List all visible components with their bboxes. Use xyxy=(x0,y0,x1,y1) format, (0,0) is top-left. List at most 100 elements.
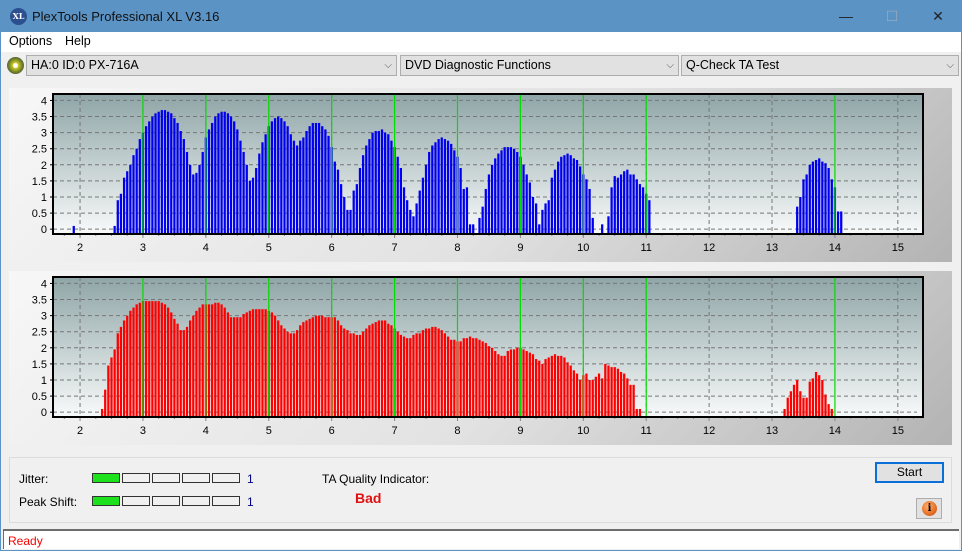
bar xyxy=(487,174,491,234)
bar xyxy=(437,139,440,234)
ta-quality-value: Bad xyxy=(355,490,382,506)
bar xyxy=(635,408,638,417)
bar xyxy=(579,379,582,417)
bar xyxy=(390,140,393,234)
bar xyxy=(421,330,425,417)
maximize-button[interactable]: ☐ xyxy=(869,1,915,32)
start-button[interactable]: Start xyxy=(875,462,944,483)
close-button[interactable]: ✕ xyxy=(915,1,961,32)
bar xyxy=(160,110,163,234)
bar xyxy=(428,328,431,417)
function-select-value: DVD Diagnostic Functions xyxy=(405,58,551,72)
drive-select[interactable]: HA:0 ID:0 PX-716A ⌵ xyxy=(26,55,397,76)
bar xyxy=(283,328,286,417)
chevron-down-icon: ⌵ xyxy=(384,60,392,71)
bar xyxy=(818,375,821,417)
bar xyxy=(450,339,453,417)
bar xyxy=(478,217,481,234)
bar xyxy=(613,176,616,234)
bar xyxy=(189,320,192,417)
bar xyxy=(264,134,267,234)
bar xyxy=(144,126,148,234)
bar xyxy=(440,330,443,417)
bar xyxy=(384,132,387,234)
bar xyxy=(525,174,528,234)
bar xyxy=(509,349,513,417)
jitter-meter-segment xyxy=(182,473,210,483)
y-tick-label: 0.5 xyxy=(32,391,47,403)
bar xyxy=(355,184,358,234)
bar xyxy=(406,338,409,417)
info-button[interactable]: i xyxy=(916,498,942,519)
menu-help[interactable]: Help xyxy=(65,34,91,48)
bar xyxy=(182,330,185,417)
bar xyxy=(321,126,324,234)
x-tick-label: 5 xyxy=(266,425,272,437)
x-tick-label: 13 xyxy=(766,425,778,437)
function-select[interactable]: DVD Diagnostic Functions ⌵ xyxy=(400,55,679,76)
bar xyxy=(233,121,236,234)
bar xyxy=(544,203,547,234)
bar xyxy=(566,153,569,234)
bar xyxy=(450,143,453,234)
bar xyxy=(836,211,840,234)
bar xyxy=(358,334,362,417)
bar xyxy=(528,182,531,234)
bar xyxy=(201,151,204,234)
bar xyxy=(421,177,425,234)
bar xyxy=(613,367,616,417)
bar xyxy=(468,224,472,234)
bar xyxy=(396,156,399,234)
bar xyxy=(273,315,277,417)
bar xyxy=(185,326,189,417)
bar xyxy=(550,177,553,234)
bar xyxy=(129,310,132,417)
bar xyxy=(575,373,579,417)
minimize-button[interactable]: — xyxy=(823,1,869,32)
bar xyxy=(629,384,632,417)
status-bar: Ready xyxy=(3,529,959,549)
bar xyxy=(824,163,827,234)
bar xyxy=(428,151,431,234)
chevron-down-icon: ⌵ xyxy=(666,60,674,71)
bar xyxy=(179,330,182,417)
bar xyxy=(616,177,620,234)
bar xyxy=(500,150,503,234)
bar xyxy=(563,357,566,417)
bar xyxy=(157,301,160,417)
bar xyxy=(277,320,280,417)
info-icon: i xyxy=(922,501,937,516)
bar xyxy=(211,304,214,417)
bar xyxy=(352,333,355,417)
bottom-chart-panel: 0 0.5 1 1.5 2 2.5 3 3.5 4 2 3 4 5 6 7 8 9 10 11 12 13 14 15 xyxy=(9,271,952,445)
menu-options[interactable]: Options xyxy=(9,34,52,48)
bar xyxy=(541,363,544,417)
bar xyxy=(170,113,173,234)
bar xyxy=(327,317,330,417)
bar xyxy=(459,168,462,234)
test-select[interactable]: Q-Check TA Test ⌵ xyxy=(681,55,959,76)
bar xyxy=(113,349,116,417)
peak-shift-label: Peak Shift: xyxy=(19,495,78,509)
bar xyxy=(314,315,318,417)
bar xyxy=(122,177,126,234)
bar xyxy=(132,307,135,417)
bar xyxy=(377,320,380,417)
bar xyxy=(459,341,462,417)
bar xyxy=(453,339,456,417)
bar xyxy=(226,312,230,417)
bar xyxy=(396,331,399,417)
bar xyxy=(494,351,497,417)
bar xyxy=(531,196,535,234)
bar xyxy=(223,111,226,234)
jitter-meter xyxy=(92,473,242,483)
bar xyxy=(808,164,811,234)
bar xyxy=(132,155,135,234)
bar xyxy=(412,216,415,234)
bar xyxy=(557,355,560,417)
bar xyxy=(811,378,815,417)
bar xyxy=(588,379,591,417)
x-tick-label: 10 xyxy=(577,425,589,437)
bar xyxy=(261,309,264,417)
bar xyxy=(324,129,327,234)
